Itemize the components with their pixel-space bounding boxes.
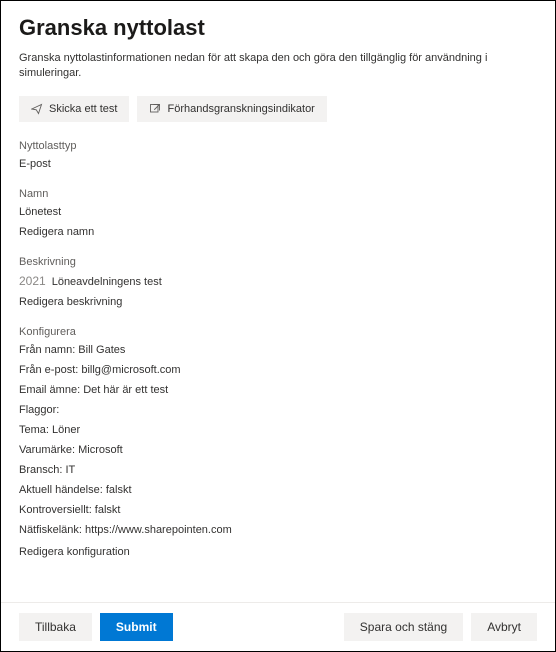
- config-current-event: Aktuell händelse: falskt: [19, 484, 537, 496]
- configure-label: Konfigurera: [19, 326, 537, 338]
- page-subtitle: Granska nyttolastinformationen nedan för…: [19, 51, 537, 82]
- footer: Tillbaka Submit Spara och stäng Avbryt: [1, 602, 555, 651]
- description-text: Löneavdelningens test: [52, 276, 162, 288]
- cancel-button[interactable]: Avbryt: [471, 613, 537, 641]
- action-row: Skicka ett test Förhandsgranskningsindik…: [19, 96, 537, 122]
- payload-type-value: E-post: [19, 158, 537, 170]
- save-close-button[interactable]: Spara och stäng: [344, 613, 463, 641]
- back-button[interactable]: Tillbaka: [19, 613, 92, 641]
- name-label: Namn: [19, 188, 537, 200]
- send-test-button[interactable]: Skicka ett test: [19, 96, 129, 122]
- open-icon: [149, 103, 161, 115]
- config-industry: Bransch: IT: [19, 464, 537, 476]
- config-theme: Tema: Löner: [19, 424, 537, 436]
- edit-description-link[interactable]: Redigera beskrivning: [19, 296, 122, 308]
- send-test-label: Skicka ett test: [49, 103, 117, 115]
- submit-button[interactable]: Submit: [100, 613, 173, 641]
- config-brand: Varumärke: Microsoft: [19, 444, 537, 456]
- payload-type-section: Nyttolasttyp E-post: [19, 140, 537, 170]
- config-flags: Flaggor:: [19, 404, 537, 416]
- description-label: Beskrivning: [19, 256, 537, 268]
- preview-indicator-button[interactable]: Förhandsgranskningsindikator: [137, 96, 326, 122]
- config-from-email: Från e-post: billg@microsoft.com: [19, 364, 537, 376]
- configure-section: Konfigurera Från namn: Bill Gates Från e…: [19, 326, 537, 558]
- config-controversial: Kontroversiellt: falskt: [19, 504, 537, 516]
- edit-configuration-link[interactable]: Redigera konfiguration: [19, 546, 130, 558]
- config-email-subject: Email ämne: Det här är ett test: [19, 384, 537, 396]
- name-value: Lönetest: [19, 206, 537, 218]
- edit-name-link[interactable]: Redigera namn: [19, 226, 94, 238]
- preview-indicator-label: Förhandsgranskningsindikator: [167, 103, 314, 115]
- page-title: Granska nyttolast: [19, 15, 537, 41]
- description-section: Beskrivning 2021 Löneavdelningens test R…: [19, 256, 537, 308]
- config-from-name: Från namn: Bill Gates: [19, 344, 537, 356]
- payload-type-label: Nyttolasttyp: [19, 140, 537, 152]
- send-icon: [31, 103, 43, 115]
- description-year: 2021: [19, 274, 46, 288]
- name-section: Namn Lönetest Redigera namn: [19, 188, 537, 238]
- main-content: Granska nyttolast Granska nyttolastinfor…: [1, 1, 555, 602]
- config-phishing-link: Nätfiskelänk: https://www.sharepointen.c…: [19, 524, 537, 536]
